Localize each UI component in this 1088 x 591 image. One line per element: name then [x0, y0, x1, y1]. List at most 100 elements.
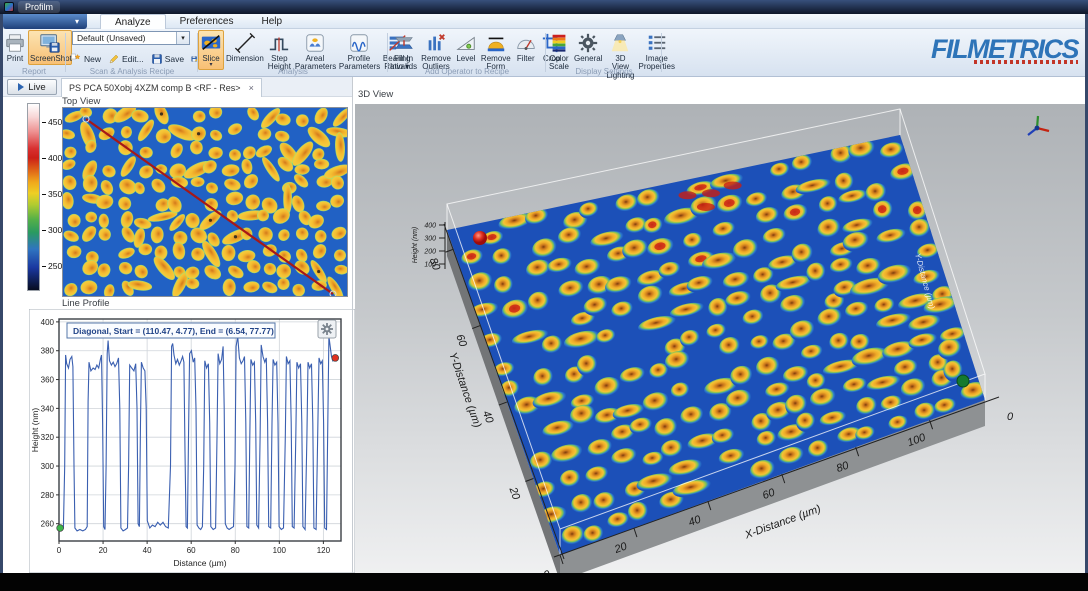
y-axis-label: Height (nm): [30, 408, 40, 453]
general-icon: [577, 32, 599, 54]
fill-in-invalids-icon: [393, 32, 415, 54]
ribbon-group-add-operator-to-recipe: Fill In InvalidsRemove OutliersLevelRemo…: [388, 29, 546, 76]
live-button-label: Live: [28, 82, 45, 93]
level-button[interactable]: Level: [453, 30, 479, 65]
svg-text:0: 0: [57, 546, 62, 555]
filter-label: Filter: [517, 55, 535, 63]
orientation-gizmo-icon[interactable]: [1023, 112, 1053, 142]
color-scale-icon: [548, 32, 570, 54]
ribbon-group-label: Display Settings: [546, 67, 662, 76]
play-icon: [18, 83, 24, 91]
application-menu-button[interactable]: ▾: [3, 14, 87, 29]
save-icon: [151, 53, 163, 65]
recipe-combobox[interactable]: Default (Unsaved) ▾: [72, 31, 190, 45]
svg-text:100: 100: [273, 546, 287, 555]
svg-text:60: 60: [453, 333, 469, 349]
ribbon-group-report: PrintScreenShot Report: [2, 29, 66, 76]
svg-text:360: 360: [41, 376, 55, 385]
step-height-icon: [268, 32, 290, 54]
print-label: Print: [7, 55, 23, 63]
ribbon-group-scan-analysis-recipe: Default (Unsaved)▾NewEdit...SaveSave As.…: [66, 29, 198, 76]
remove-outliers-icon: [425, 32, 447, 54]
height-color-scale: [27, 103, 40, 291]
filmetrics-logo: FILMETRICS: [931, 36, 1078, 64]
top-view-image[interactable]: [62, 107, 348, 297]
slice-start-marker-3d[interactable]: [473, 231, 487, 245]
svg-text:60: 60: [187, 546, 196, 555]
close-tab-icon[interactable]: ×: [249, 83, 254, 93]
tab-help[interactable]: Help: [248, 14, 297, 29]
tab-preferences[interactable]: Preferences: [166, 14, 248, 29]
chevron-down-icon[interactable]: ▾: [176, 32, 189, 44]
window-border-bottom: [0, 573, 1088, 591]
svg-text:Diagonal, Start = (110.47, 4.7: Diagonal, Start = (110.47, 4.77), End = …: [73, 326, 274, 336]
dimension-label: Dimension: [226, 55, 264, 63]
view3d-panel[interactable]: 020406080100X-Distance (µm)20406080Y-Dis…: [355, 104, 1085, 573]
ribbon-group-label: Analysis: [198, 67, 388, 76]
svg-text:80: 80: [231, 546, 240, 555]
line-profile-title: Line Profile: [62, 298, 110, 309]
profile-parameters-icon: [348, 32, 370, 54]
edit-icon: [108, 53, 120, 65]
panel-divider: [352, 77, 353, 573]
screenshot-icon: [39, 32, 61, 54]
print-button[interactable]: Print: [2, 30, 28, 65]
svg-text:300: 300: [41, 462, 55, 471]
svg-text:280: 280: [41, 491, 55, 500]
lighting-icon: [609, 32, 631, 54]
level-icon: [455, 32, 477, 54]
svg-text:200: 200: [423, 249, 436, 256]
profile-annotation: Diagonal, Start = (110.47, 4.77), End = …: [67, 323, 275, 338]
main-content: PS PCA 50Xobj 4XZM comp B <RF - Res> × L…: [3, 77, 1085, 573]
document-tab[interactable]: PS PCA 50Xobj 4XZM comp B <RF - Res> ×: [61, 78, 262, 97]
svg-text:40: 40: [143, 546, 152, 555]
screenshot-label: ScreenShot: [30, 55, 70, 63]
top-view-title: Top View: [62, 96, 100, 107]
tab-analyze[interactable]: Analyze: [100, 14, 166, 29]
print-icon: [4, 32, 26, 54]
filter-button[interactable]: Filter: [513, 30, 539, 65]
app-icon: [4, 2, 14, 12]
title-bar: Profilm: [0, 0, 1088, 14]
ribbon-group-label: Report: [2, 67, 66, 76]
general-button[interactable]: General: [572, 30, 604, 65]
svg-text:380: 380: [41, 347, 55, 356]
svg-text:0: 0: [1007, 411, 1014, 423]
start-marker[interactable]: [57, 525, 64, 532]
line-profile-chart: 020406080100120260280300320340360380400D…: [29, 309, 355, 573]
window-border-left: [0, 14, 3, 573]
slice-icon: [200, 32, 222, 54]
menu-tabs: Analyze Preferences Help: [100, 14, 296, 29]
svg-text:400: 400: [41, 318, 55, 327]
recipe-combobox-value: Default (Unsaved): [77, 33, 146, 43]
filmetrics-logo-text: FILMETRICS: [931, 36, 1078, 62]
chart-settings-gear-icon[interactable]: [318, 320, 336, 338]
ribbon-group-label: Add Operator to Recipe: [388, 67, 546, 76]
dimension-icon: [234, 32, 256, 54]
svg-text:260: 260: [41, 520, 55, 529]
document-tab-label: PS PCA 50Xobj 4XZM comp B <RF - Res>: [69, 83, 241, 93]
slice-button[interactable]: Slice▾: [198, 30, 224, 70]
image-properties-icon: [646, 32, 668, 54]
areal-parameters-icon: [304, 32, 326, 54]
profilm-window: Profilm ▾ Analyze Preferences Help Print…: [0, 0, 1088, 591]
ribbon-group-label: Scan & Analysis Recipe: [66, 67, 198, 76]
end-marker[interactable]: [332, 355, 339, 362]
slice-end-marker-3d[interactable]: [957, 375, 969, 387]
level-label: Level: [456, 55, 475, 63]
svg-text:300: 300: [424, 236, 436, 243]
ribbon-group-analysis: Slice▾DimensionStep HeightAreal Paramete…: [198, 29, 388, 76]
svg-text:400: 400: [424, 223, 436, 230]
svg-text:Y-Distance (µm): Y-Distance (µm): [446, 351, 483, 430]
svg-text:340: 340: [41, 404, 55, 413]
live-button[interactable]: Live: [7, 79, 57, 95]
dimension-button[interactable]: Dimension: [224, 30, 266, 65]
ribbon-group-separator: [661, 33, 662, 72]
window-title: Profilm: [18, 1, 60, 13]
ribbon-group-display-settings: Color ScaleGeneral3D View LightingImage …: [546, 29, 662, 76]
svg-text:20: 20: [506, 485, 522, 502]
svg-text:320: 320: [41, 433, 55, 442]
ribbon-buttons-row: PrintScreenShot: [2, 30, 62, 65]
edit-label: Edit...: [122, 54, 144, 64]
filter-icon: [515, 32, 537, 54]
